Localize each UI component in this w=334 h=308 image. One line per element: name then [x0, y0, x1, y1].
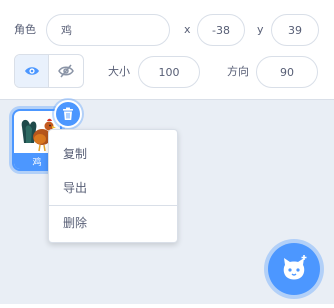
- direction-label: 方向: [227, 65, 249, 78]
- size-value: 100: [158, 65, 180, 79]
- size-input[interactable]: 100: [138, 56, 200, 88]
- menu-item-label: 导出: [63, 180, 88, 195]
- eye-slash-icon: [58, 64, 74, 78]
- sprite-context-menu: 复制 导出 删除: [48, 129, 178, 243]
- sprite-name-input[interactable]: 鸡: [46, 14, 170, 46]
- menu-item-export[interactable]: 导出: [49, 171, 177, 203]
- menu-item-duplicate[interactable]: 复制: [49, 137, 177, 169]
- sprite-name-label: 角色: [14, 23, 36, 36]
- eye-icon: [24, 67, 39, 75]
- x-label: x: [184, 23, 191, 36]
- x-input[interactable]: -38: [197, 14, 245, 46]
- y-input[interactable]: 39: [271, 14, 319, 46]
- delete-sprite-button[interactable]: [54, 100, 82, 128]
- direction-value: 90: [280, 65, 294, 79]
- x-value: -38: [212, 23, 230, 37]
- y-value: 39: [288, 23, 302, 37]
- trash-icon: [63, 107, 73, 120]
- choose-sprite-button[interactable]: [268, 243, 320, 295]
- menu-item-delete[interactable]: 删除: [49, 206, 177, 238]
- sprite-tile-name: 鸡: [32, 157, 42, 168]
- hide-sprite-button[interactable]: [49, 55, 83, 87]
- sprite-info-panel: 角色 鸡 x -38 y 39 大小 100 方向 90: [0, 0, 334, 100]
- menu-item-label: 删除: [63, 215, 88, 230]
- cat-plus-icon: [283, 255, 307, 280]
- sprite-name-value: 鸡: [61, 24, 72, 37]
- show-sprite-button[interactable]: [15, 55, 49, 87]
- y-label: y: [257, 23, 264, 36]
- direction-input[interactable]: 90: [256, 56, 318, 88]
- visibility-toggle: [14, 54, 84, 88]
- menu-item-label: 复制: [63, 146, 88, 161]
- size-label: 大小: [108, 65, 130, 78]
